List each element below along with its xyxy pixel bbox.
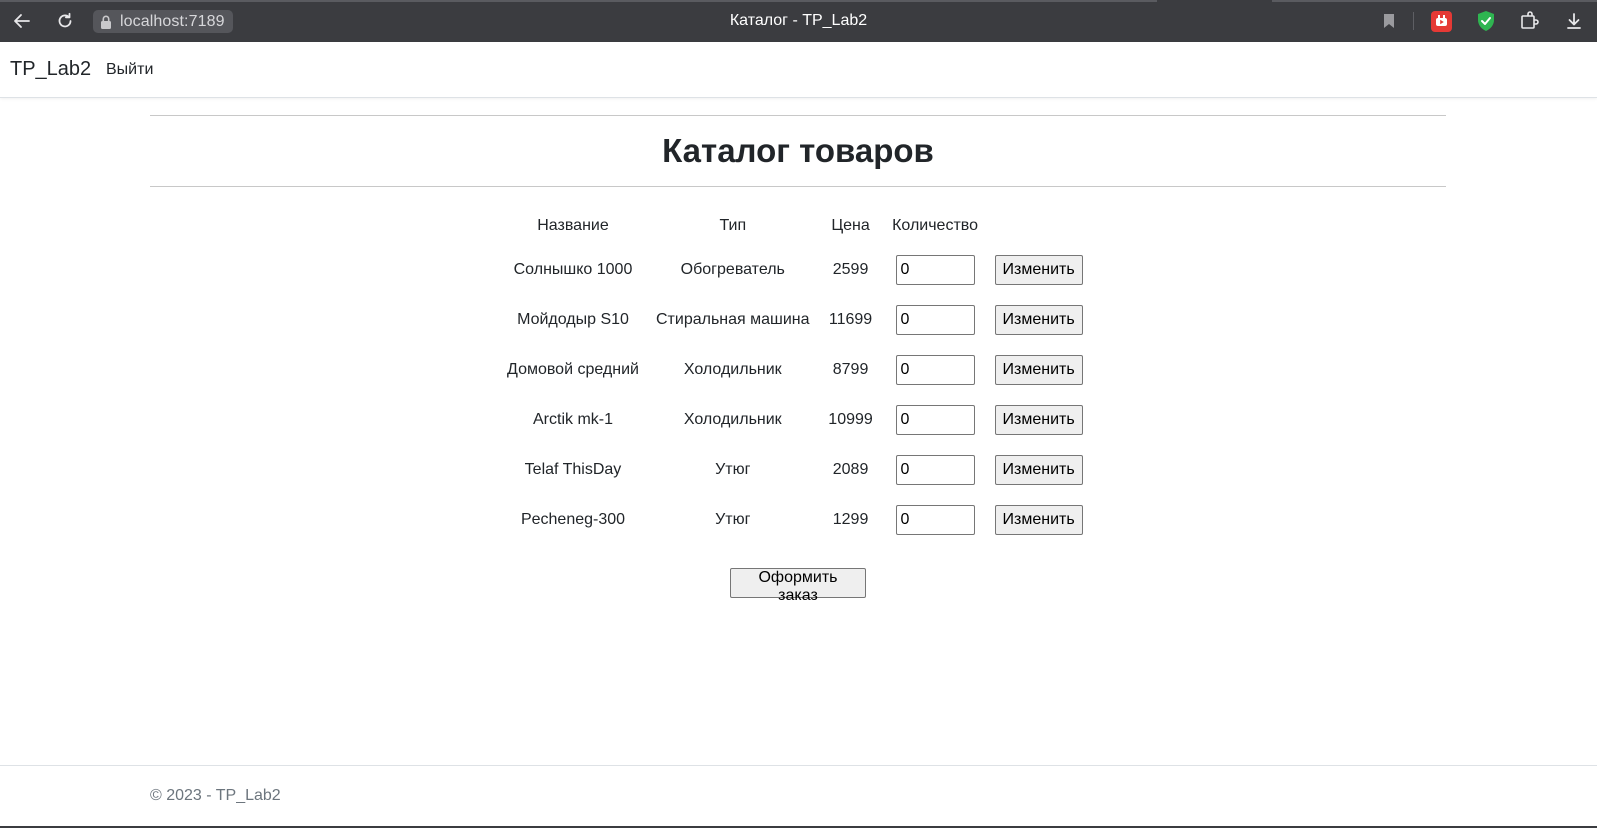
product-price: 11699: [828, 311, 873, 328]
product-name: Мойдодыр S10: [517, 311, 629, 328]
table-row: Солнышко 1000 Обогреватель 2599 Изменить: [498, 245, 1091, 295]
tab-strip: [0, 0, 1597, 2]
footer-divider: [0, 765, 1597, 766]
product-name: Telaf ThisDay: [524, 461, 622, 478]
action-cell: Изменить: [987, 345, 1091, 395]
window-title: Каталог - TP_Lab2: [729, 12, 868, 29]
product-type: Утюг: [715, 461, 751, 478]
footer-copyright: © 2023 - TP_Lab2: [150, 787, 281, 804]
quantity-cell: [884, 345, 987, 395]
tab-strip-segment: [1272, 0, 1597, 2]
table-row: Arctik mk-1 Холодильник 10999 Изменить: [498, 395, 1091, 445]
product-type: Стиральная машина: [656, 311, 810, 328]
bookmark-icon[interactable]: [1377, 9, 1401, 33]
product-name: Pecheneg-300: [520, 511, 626, 528]
title-divider-bottom: [150, 186, 1446, 187]
product-name: Домовой средний: [507, 361, 639, 378]
column-header-type: Тип: [719, 217, 747, 234]
catalog-table: Название Тип Цена Количество Солнышко 10…: [498, 207, 1091, 545]
action-cell: Изменить: [987, 295, 1091, 345]
product-price: 8799: [832, 361, 869, 378]
navbar-brand[interactable]: TP_Lab2: [10, 58, 91, 81]
column-header-name: Название: [537, 217, 609, 234]
table-row: Домовой средний Холодильник 8799 Изменит…: [498, 345, 1091, 395]
quantity-cell: [884, 395, 987, 445]
puzzle-icon[interactable]: [1518, 9, 1542, 33]
quantity-cell: [884, 245, 987, 295]
change-button[interactable]: Изменить: [994, 505, 1083, 535]
table-header-row: Название Тип Цена Количество: [498, 207, 1091, 245]
product-price: 2089: [832, 461, 869, 478]
change-button[interactable]: Изменить: [994, 405, 1083, 435]
column-header-price: Цена: [831, 217, 870, 234]
table-row: Мойдодыр S10 Стиральная машина 11699 Изм…: [498, 295, 1091, 345]
change-button[interactable]: Изменить: [994, 455, 1083, 485]
product-type: Утюг: [715, 511, 751, 528]
action-cell: Изменить: [987, 395, 1091, 445]
column-header-quantity: Количество: [892, 217, 978, 234]
tab-strip-segment: [0, 0, 1157, 2]
quantity-input[interactable]: [895, 305, 975, 335]
quantity-input[interactable]: [895, 455, 975, 485]
product-type: Холодильник: [683, 361, 782, 378]
action-cell: Изменить: [987, 495, 1091, 545]
table-row: Pecheneg-300 Утюг 1299 Изменить: [498, 495, 1091, 545]
product-type: Холодильник: [683, 411, 782, 428]
action-cell: Изменить: [987, 445, 1091, 495]
download-icon[interactable]: [1562, 9, 1586, 33]
product-price: 2599: [832, 261, 869, 278]
page-title: Каталог товаров: [662, 132, 934, 169]
change-button[interactable]: Изменить: [994, 255, 1083, 285]
shield-check-extension-icon[interactable]: [1474, 9, 1498, 33]
product-price: 10999: [828, 411, 873, 428]
product-price: 1299: [832, 511, 869, 528]
logout-link[interactable]: Выйти: [106, 61, 153, 79]
change-button[interactable]: Изменить: [994, 305, 1083, 335]
place-order-button[interactable]: Оформить заказ: [730, 568, 866, 604]
quantity-input[interactable]: [895, 255, 975, 285]
change-button[interactable]: Изменить: [994, 355, 1083, 385]
browser-toolbar: localhost:7189 Каталог - TP_Lab2: [0, 0, 1597, 42]
product-type: Обогреватель: [680, 261, 785, 278]
app-navbar: TP_Lab2 Выйти: [0, 42, 1597, 98]
quantity-input[interactable]: [895, 355, 975, 385]
quantity-cell: [884, 295, 987, 345]
column-header-actions: [987, 207, 1091, 245]
quantity-cell: [884, 495, 987, 545]
youtube-extension-icon[interactable]: [1429, 9, 1453, 33]
table-row: Telaf ThisDay Утюг 2089 Изменить: [498, 445, 1091, 495]
product-name: Солнышко 1000: [513, 261, 633, 278]
quantity-input[interactable]: [895, 505, 975, 535]
action-cell: Изменить: [987, 245, 1091, 295]
quantity-input[interactable]: [895, 405, 975, 435]
quantity-cell: [884, 445, 987, 495]
toolbar-separator: [1413, 12, 1414, 30]
product-name: Arctik mk-1: [533, 411, 613, 428]
title-divider-top: [150, 115, 1446, 116]
